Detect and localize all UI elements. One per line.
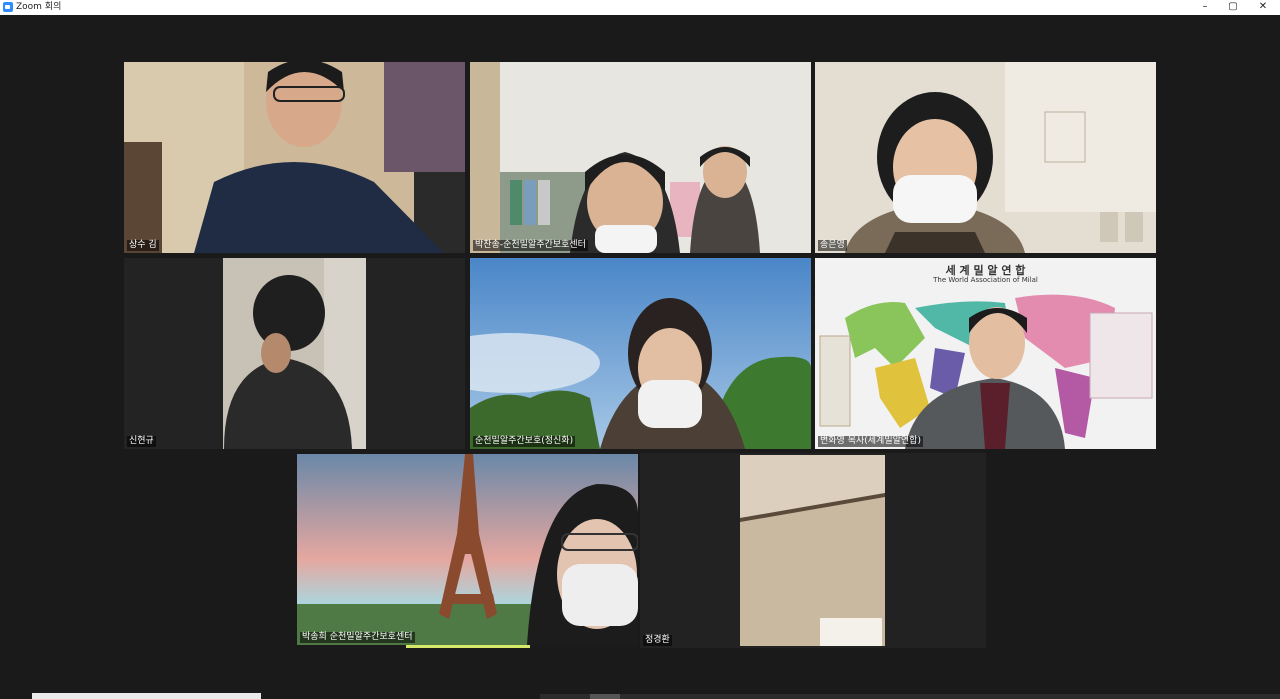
taskbar-strip bbox=[32, 693, 261, 699]
window-title: Zoom 회의 bbox=[16, 2, 62, 12]
participant-video bbox=[124, 62, 465, 253]
participant-tile-3[interactable]: 송은영 bbox=[815, 62, 1156, 253]
participant-tile-5[interactable]: 순천밀알주간보호(정신화) bbox=[470, 258, 811, 449]
participant-name: 순천밀알주간보호(정신화) bbox=[473, 436, 576, 447]
participant-video bbox=[815, 62, 1156, 253]
participant-tile-4[interactable]: 신현규 bbox=[124, 258, 465, 449]
participant-video bbox=[470, 258, 811, 449]
gallery-view: 상수 김 박찬송-순천밀알주간보호센터 송은영 신현규 순천밀알주간보호(정신화… bbox=[0, 15, 1280, 699]
participant-tile-6[interactable]: 세 계 밀 알 연 합 The World Association of Mil… bbox=[815, 258, 1156, 449]
minimize-button[interactable]: – bbox=[1190, 0, 1220, 15]
participant-name: 박찬송-순천밀알주간보호센터 bbox=[473, 240, 588, 251]
scrollbar-track[interactable] bbox=[540, 694, 1280, 699]
speaking-indicator bbox=[406, 645, 530, 648]
participant-tile-8[interactable]: 정경환 bbox=[640, 453, 986, 648]
participant-video bbox=[124, 258, 465, 449]
scrollbar-thumb[interactable] bbox=[590, 694, 620, 699]
participant-name: 상수 김 bbox=[127, 240, 159, 251]
participant-tile-1[interactable]: 상수 김 bbox=[124, 62, 465, 253]
participant-video bbox=[297, 454, 638, 645]
participant-name: 신현규 bbox=[127, 436, 156, 447]
window-titlebar: Zoom 회의 – ▢ ✕ bbox=[0, 0, 1280, 15]
participant-name: 송은영 bbox=[818, 240, 847, 251]
participant-tile-7[interactable]: 박송희 순천밀알주간보호센터 bbox=[297, 454, 638, 645]
participant-name: 변화영 목사(세계밀알연합) bbox=[818, 436, 923, 447]
participant-video bbox=[640, 453, 986, 648]
zoom-camera-icon bbox=[3, 2, 13, 12]
participant-video bbox=[470, 62, 811, 253]
participant-video bbox=[815, 258, 1156, 449]
participant-name: 정경환 bbox=[643, 635, 672, 646]
slide-subtitle: The World Association of Milal bbox=[933, 276, 1038, 284]
maximize-button[interactable]: ▢ bbox=[1218, 0, 1248, 15]
participant-tile-2[interactable]: 박찬송-순천밀알주간보호센터 bbox=[470, 62, 811, 253]
close-button[interactable]: ✕ bbox=[1248, 0, 1278, 15]
participant-name: 박송희 순천밀알주간보호센터 bbox=[300, 632, 415, 643]
